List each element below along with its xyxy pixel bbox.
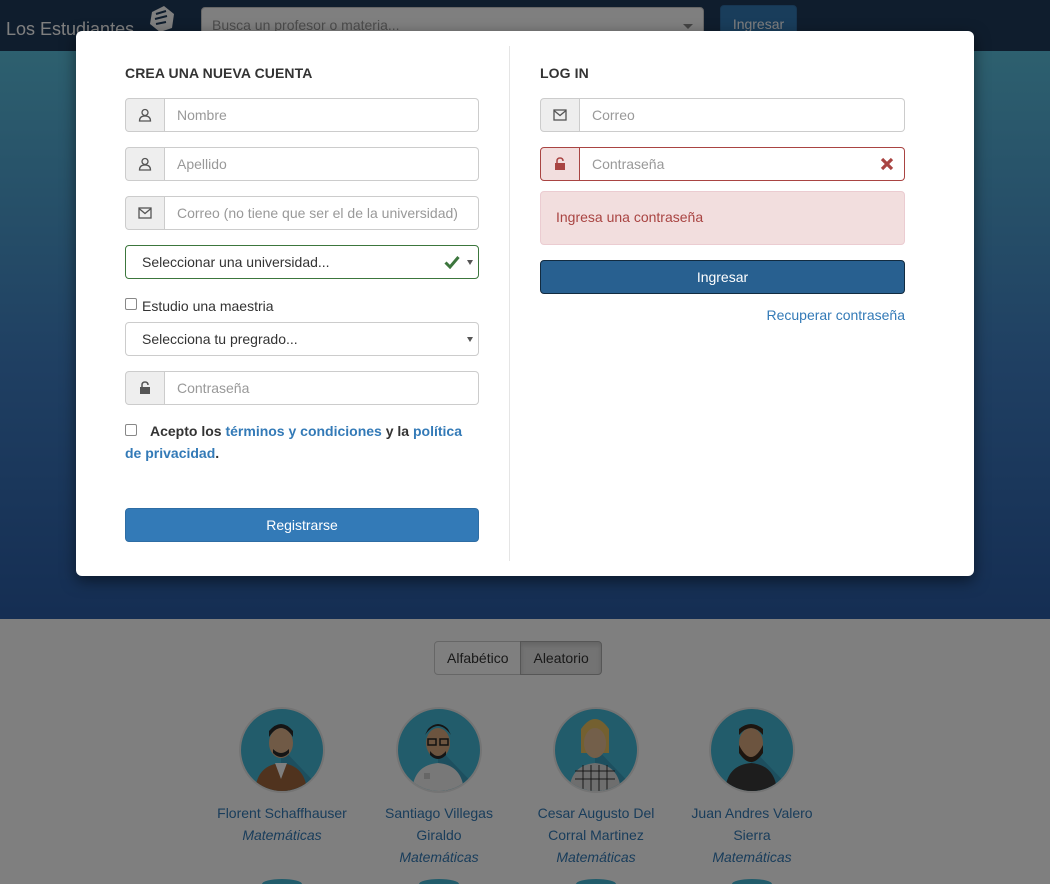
terms-prefix: Acepto los (150, 423, 222, 439)
register-button[interactable]: Registrarse (125, 508, 479, 542)
maestria-checkbox[interactable] (125, 298, 137, 310)
correo-register-field: Correo (no tiene que ser el de la univer… (125, 196, 479, 230)
apellido-field: Apellido (125, 147, 479, 181)
password-login-input[interactable]: Contraseña (580, 147, 905, 181)
terms-middle: y la (385, 423, 410, 439)
lock-icon (540, 147, 580, 181)
password-register-field: Contraseña (125, 371, 479, 405)
user-icon (125, 147, 165, 181)
password-login-field: Contraseña (540, 147, 905, 181)
auth-modal: CREA UNA NUEVA CUENTA Nombre Apellido Co… (76, 31, 974, 576)
pregrado-select-value: Selecciona tu pregrado... (142, 331, 298, 347)
login-title: LOG IN (540, 65, 589, 81)
login-button[interactable]: Ingresar (540, 260, 905, 294)
column-divider (509, 46, 510, 561)
times-icon (880, 157, 894, 171)
terms-link[interactable]: términos y condiciones (225, 423, 381, 439)
nombre-input[interactable]: Nombre (165, 98, 479, 132)
terms-suffix: . (215, 445, 220, 461)
chevron-down-icon[interactable] (467, 260, 473, 265)
terms-text: Acepto los términos y condiciones y la p… (125, 420, 479, 464)
correo-login-input[interactable]: Correo (580, 98, 905, 132)
user-icon (125, 98, 165, 132)
universidad-select-value: Seleccionar una universidad... (142, 254, 330, 270)
check-icon (444, 255, 460, 269)
register-title: CREA UNA NUEVA CUENTA (125, 65, 313, 81)
chevron-down-icon[interactable] (467, 337, 473, 342)
lock-icon (125, 371, 165, 405)
password-register-input[interactable]: Contraseña (165, 371, 479, 405)
nombre-field: Nombre (125, 98, 479, 132)
password-error-alert: Ingresa una contraseña (540, 191, 905, 245)
maestria-label[interactable]: Estudio una maestria (142, 298, 274, 314)
envelope-icon (540, 98, 580, 132)
password-login-placeholder: Contraseña (592, 156, 665, 172)
universidad-select[interactable]: Seleccionar una universidad... (125, 245, 479, 279)
pregrado-select[interactable]: Selecciona tu pregrado... (125, 322, 479, 356)
correo-register-input[interactable]: Correo (no tiene que ser el de la univer… (165, 196, 479, 230)
envelope-icon (125, 196, 165, 230)
apellido-input[interactable]: Apellido (165, 147, 479, 181)
forgot-password-link[interactable]: Recuperar contraseña (766, 307, 905, 323)
correo-login-field: Correo (540, 98, 905, 132)
